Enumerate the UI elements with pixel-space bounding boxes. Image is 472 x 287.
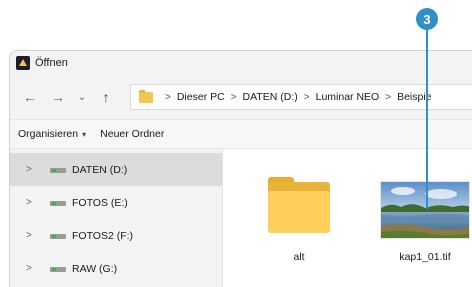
page: 3 Öffnen ← → ⌄ ↑ > Dieser PC > DATEN (D:… xyxy=(0,0,472,287)
breadcrumb-separator-icon: > xyxy=(230,91,237,103)
organize-button[interactable]: Organisieren ▾ xyxy=(18,128,86,140)
navigation-bar: ← → ⌄ ↑ > Dieser PC > DATEN (D:) > Lumin… xyxy=(10,75,472,119)
breadcrumb-separator-icon: > xyxy=(303,91,310,103)
sidebar-item-fotos2[interactable]: > FOTOS2 (F:) xyxy=(10,219,222,252)
callout-number: 3 xyxy=(423,11,431,27)
app-icon xyxy=(16,56,30,70)
recent-locations-chevron-icon[interactable]: ⌄ xyxy=(74,85,90,109)
window-title: Öffnen xyxy=(35,57,68,69)
up-arrow-icon[interactable]: ↑ xyxy=(94,85,118,109)
folder-icon xyxy=(139,89,153,103)
dropdown-caret-icon: ▾ xyxy=(82,129,87,139)
back-arrow-icon[interactable]: ← xyxy=(18,85,42,109)
sidebar-item-daten[interactable]: > DATEN (D:) xyxy=(10,153,222,186)
forward-arrow-icon[interactable]: → xyxy=(46,85,70,109)
sidebar-item-fotos[interactable]: > FOTOS (E:) xyxy=(10,186,222,219)
sidebar-item-label: DATEN (D:) xyxy=(72,163,128,176)
navigation-pane: > DATEN (D:) > FOTOS (E:) > FOTOS2 (F:) … xyxy=(10,149,222,287)
callout-line xyxy=(426,29,428,209)
expand-chevron-icon[interactable]: > xyxy=(26,263,36,274)
new-folder-label: Neuer Ordner xyxy=(100,128,165,140)
file-item-alt[interactable]: alt xyxy=(259,167,339,263)
expand-chevron-icon[interactable]: > xyxy=(26,230,36,241)
drive-icon xyxy=(50,265,66,273)
main-content: > DATEN (D:) > FOTOS (E:) > FOTOS2 (F:) … xyxy=(10,149,472,287)
expand-chevron-icon[interactable]: > xyxy=(26,164,36,175)
organize-label: Organisieren xyxy=(18,128,79,140)
breadcrumb-separator-icon: > xyxy=(385,91,392,103)
new-folder-button[interactable]: Neuer Ordner xyxy=(100,128,164,140)
file-list: alt kap1_01.tif xyxy=(223,149,472,287)
address-bar[interactable]: > Dieser PC > DATEN (D:) > Luminar NEO >… xyxy=(130,84,472,110)
expand-chevron-icon[interactable]: > xyxy=(26,197,36,208)
drive-icon xyxy=(50,199,66,207)
breadcrumb-luminar-neo[interactable]: Luminar NEO xyxy=(316,91,380,103)
folder-icon xyxy=(268,177,330,233)
breadcrumb-daten[interactable]: DATEN (D:) xyxy=(243,91,298,103)
file-item-kap1-01[interactable]: kap1_01.tif xyxy=(379,167,471,263)
sidebar-item-raw[interactable]: > RAW (G:) xyxy=(10,252,222,285)
breadcrumb-separator-icon: > xyxy=(165,91,171,103)
file-name: alt xyxy=(293,251,305,263)
breadcrumb-this-pc[interactable]: Dieser PC xyxy=(177,91,225,103)
open-dialog: Öffnen ← → ⌄ ↑ > Dieser PC > DATEN (D:) … xyxy=(9,50,472,287)
drive-icon xyxy=(50,166,66,174)
image-thumbnail xyxy=(380,181,470,239)
drive-icon xyxy=(50,232,66,240)
sidebar-item-label: RAW (G:) xyxy=(72,262,118,275)
command-bar: Organisieren ▾ Neuer Ordner xyxy=(10,119,472,149)
file-name: kap1_01.tif xyxy=(399,251,451,263)
sidebar-item-label: FOTOS2 (F:) xyxy=(72,229,134,242)
sidebar-item-label: FOTOS (E:) xyxy=(72,196,128,209)
callout-badge: 3 xyxy=(416,8,438,30)
titlebar: Öffnen xyxy=(10,51,472,75)
